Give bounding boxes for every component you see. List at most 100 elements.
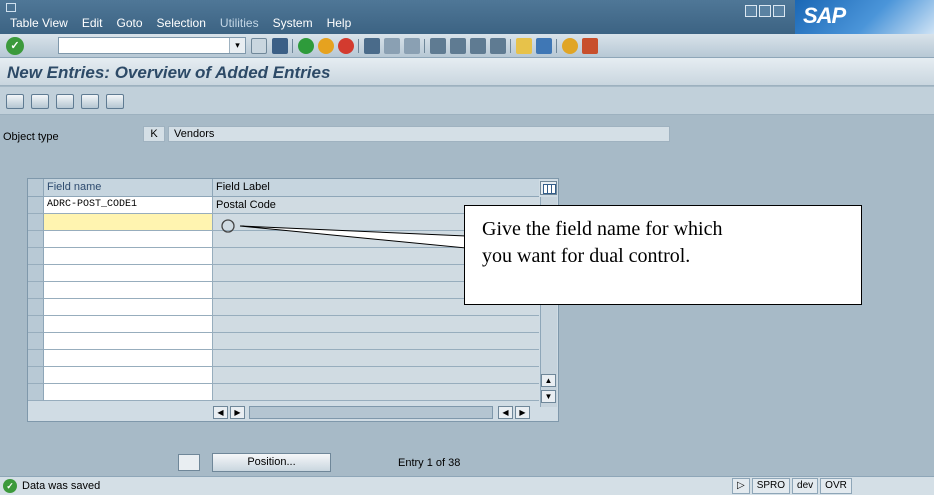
command-history-icon[interactable]: ▾ [229,38,245,53]
find-icon[interactable] [384,38,400,54]
column-header-field-name[interactable]: Field name [44,179,213,197]
scroll-right-icon[interactable]: ▶ [515,406,530,419]
position-button[interactable]: Position... [212,453,331,472]
print-icon[interactable] [364,38,380,54]
row-selector[interactable] [28,282,44,299]
table-row [28,299,539,316]
display-change-icon[interactable] [6,94,24,109]
last-page-icon[interactable] [490,38,506,54]
field-label-cell [213,350,539,367]
field-name-cell[interactable] [44,367,213,384]
table-row [28,350,539,367]
separator [424,39,425,53]
status-bar: ✓ Data was saved ▷ SPRO dev OVR [0,476,934,495]
field-name-cell[interactable] [44,333,213,350]
field-name-cell[interactable] [44,299,213,316]
field-name-cell[interactable] [44,316,213,333]
collapse-command-icon[interactable] [251,38,267,54]
menu-utilities[interactable]: Utilities [220,16,259,30]
field-label-cell [213,333,539,350]
status-system[interactable]: dev [792,478,819,494]
select-all-rows-button[interactable] [28,179,44,197]
row-selector[interactable] [28,350,44,367]
maximize-icon[interactable] [759,5,771,17]
callout-line-2: you want for dual control. [482,245,691,267]
status-message: Data was saved [22,480,101,492]
menu: Table View Edit Goto Selection Utilities… [10,16,365,30]
field-name-cell[interactable] [44,282,213,299]
row-selector[interactable] [28,197,44,214]
table-row [28,248,539,265]
create-session-icon[interactable] [516,38,532,54]
row-selector[interactable] [28,333,44,350]
row-selector[interactable] [28,265,44,282]
success-icon: ✓ [3,479,17,493]
next-page-icon[interactable] [470,38,486,54]
table-row [28,333,539,350]
horizontal-scrollbar[interactable] [249,406,493,419]
status-transaction[interactable]: SPRO [751,478,791,494]
position-icon[interactable] [178,454,200,471]
scroll-up-icon[interactable]: ▲ [541,374,556,387]
back-icon[interactable] [298,38,314,54]
find-next-icon[interactable] [404,38,420,54]
layout-menu-icon[interactable] [582,38,598,54]
table-row [28,282,539,299]
delete-icon[interactable] [31,94,49,109]
first-page-icon[interactable] [430,38,446,54]
row-selector[interactable] [28,367,44,384]
field-name-cell[interactable] [44,350,213,367]
callout-text: Give the field name for which you want f… [482,216,861,270]
row-selector[interactable] [28,384,44,401]
help-icon[interactable] [562,38,578,54]
table-row [28,265,539,282]
scroll-left-icon[interactable]: ◀ [213,406,228,419]
entry-counter: Entry 1 of 38 [398,457,461,469]
object-type-description: Vendors [168,126,670,142]
row-selector[interactable] [28,214,44,231]
scroll-down-icon[interactable]: ▼ [541,390,556,403]
close-window-icon[interactable] [773,5,785,17]
table-row [28,384,539,401]
table-row [28,231,539,248]
field-name-cell[interactable] [44,248,213,265]
previous-page-icon[interactable] [450,38,466,54]
field-name-cell[interactable] [44,214,213,231]
table-row: ADRC-POST_CODE1 Postal Code [28,197,539,214]
menu-help[interactable]: Help [327,16,352,30]
select-all-icon[interactable] [56,94,74,109]
exit-icon[interactable] [318,38,334,54]
menu-edit[interactable]: Edit [82,16,103,30]
field-name-cell[interactable]: ADRC-POST_CODE1 [44,197,213,214]
minimize-icon[interactable] [745,5,757,17]
row-selector[interactable] [28,299,44,316]
system-info: ▷ SPRO dev OVR [732,478,854,494]
command-field[interactable]: ▾ [58,37,246,54]
scroll-left-icon[interactable]: ◀ [498,406,513,419]
table-settings-icon[interactable] [540,181,557,195]
create-shortcut-icon[interactable] [536,38,552,54]
menu-system[interactable]: System [273,16,313,30]
cancel-icon[interactable] [338,38,354,54]
enter-icon[interactable]: ✓ [6,37,24,55]
status-toggle-icon[interactable]: ▷ [732,478,750,494]
row-selector[interactable] [28,231,44,248]
row-selector[interactable] [28,248,44,265]
field-name-cell[interactable] [44,231,213,248]
scroll-right-icon[interactable]: ▶ [230,406,245,419]
menu-table-view[interactable]: Table View [10,16,68,30]
deselect-all-icon[interactable] [106,94,124,109]
row-selector[interactable] [28,316,44,333]
system-menu-icon[interactable] [6,3,16,12]
separator [556,39,557,53]
menu-selection[interactable]: Selection [157,16,206,30]
table-row [28,367,539,384]
field-name-cell[interactable] [44,265,213,282]
field-label-cell [213,367,539,384]
select-block-icon[interactable] [81,94,99,109]
menu-goto[interactable]: Goto [117,16,143,30]
save-icon[interactable] [272,38,288,54]
field-name-cell[interactable] [44,384,213,401]
column-header-field-label[interactable]: Field Label [213,179,539,197]
status-mode[interactable]: OVR [820,478,852,494]
